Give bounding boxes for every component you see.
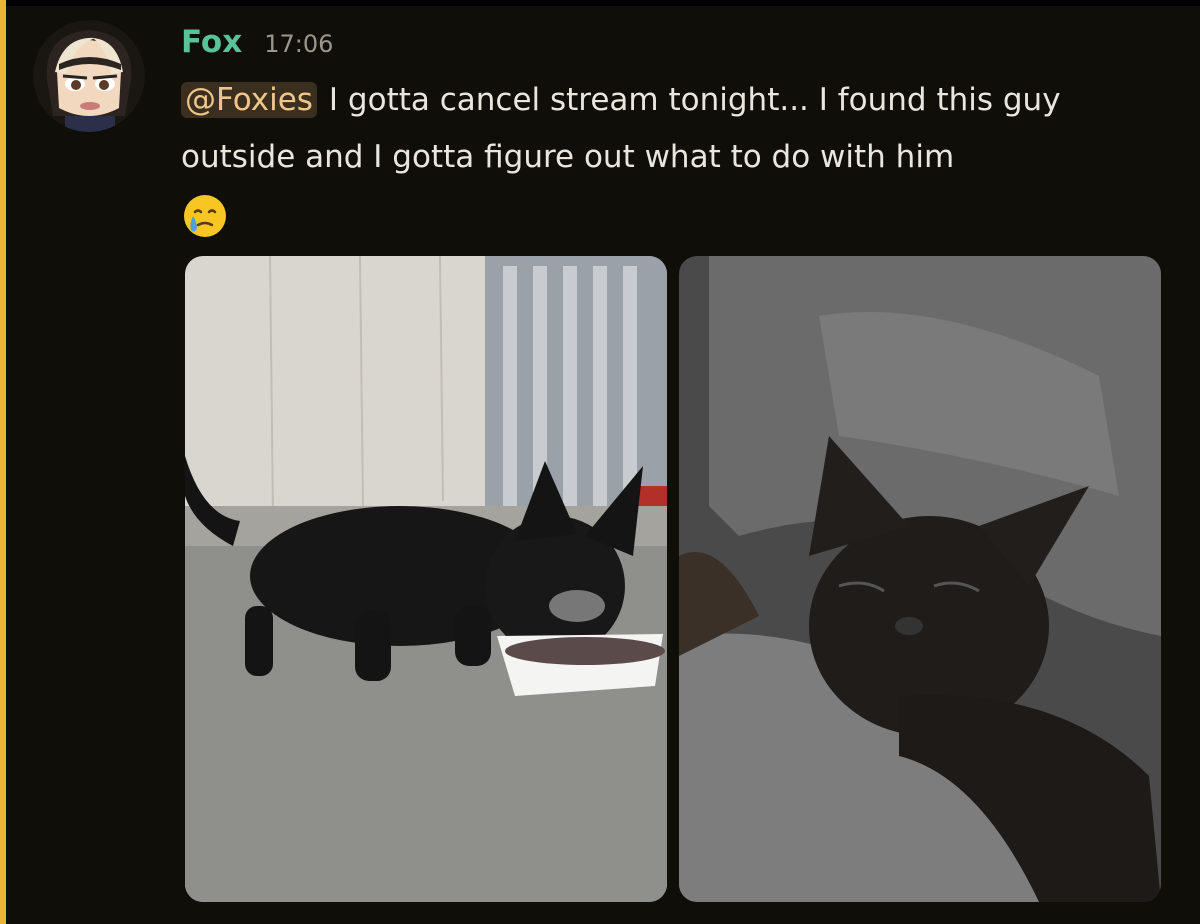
- author-name[interactable]: Fox: [181, 22, 242, 62]
- message-timestamp[interactable]: 17:06: [264, 24, 333, 64]
- kitten-eating-photo[interactable]: [185, 256, 667, 902]
- message-header: Fox 17:06: [181, 22, 333, 62]
- kitten-sleeping-photo[interactable]: [679, 256, 1161, 902]
- face-holding-back-tears-icon: [181, 192, 229, 240]
- top-strip: [0, 0, 1200, 6]
- avatar[interactable]: [33, 20, 145, 132]
- message-content: @Foxies I gotta cancel stream tonight... …: [181, 72, 1171, 240]
- user-mention[interactable]: @Foxies: [181, 82, 317, 118]
- highlight-bar: [0, 0, 6, 924]
